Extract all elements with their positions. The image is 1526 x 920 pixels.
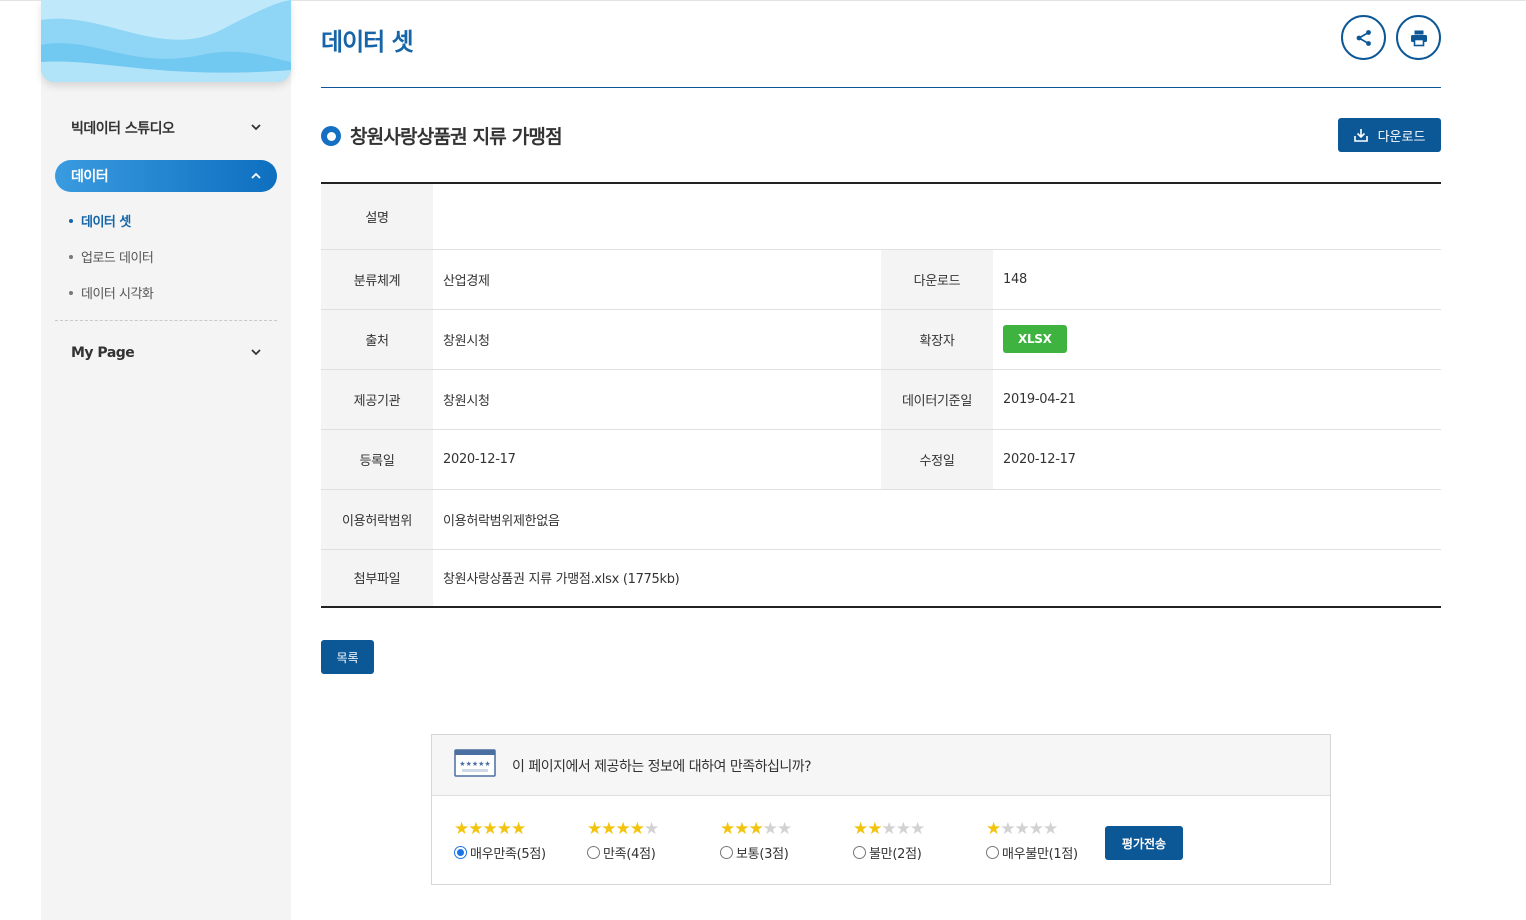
- field-label: 데이터기준일: [881, 369, 993, 430]
- field-label: 이용허락범위: [321, 489, 433, 550]
- rating-text: 보통(3점): [736, 847, 789, 862]
- submenu-label: 데이터 시각화: [81, 287, 154, 302]
- field-label: 수정일: [881, 429, 993, 490]
- field-value-category: 산업경제: [433, 249, 881, 310]
- submenu-item-upload-data[interactable]: 업로드 데이터: [69, 247, 154, 266]
- dataset-title: 창원사랑상품권 지류 가맹점: [350, 126, 563, 148]
- submit-rating-button[interactable]: 평가전송: [1105, 826, 1183, 860]
- field-label: 다운로드: [881, 249, 993, 310]
- field-label: 제공기관: [321, 369, 433, 430]
- field-label: 설명: [321, 183, 433, 250]
- survey-header: ★★★★★ 이 페이지에서 제공하는 정보에 대하여 만족하십니까?: [432, 735, 1330, 796]
- list-button[interactable]: 목록: [321, 640, 374, 674]
- rating-label[interactable]: 만족(4점): [587, 843, 658, 862]
- field-value-source: 창원시청: [433, 309, 881, 370]
- file-format-badge: XLSX: [1003, 325, 1067, 353]
- field-label: 출처: [321, 309, 433, 370]
- rating-stars: ★★★★★: [720, 819, 792, 839]
- sidebar-item-data[interactable]: 데이터: [55, 160, 277, 192]
- rating-label[interactable]: 불만(2점): [853, 843, 924, 862]
- sidebar-item-mypage[interactable]: My Page: [55, 337, 277, 369]
- field-label: 첨부파일: [321, 549, 433, 607]
- attachment-link[interactable]: 창원사랑상품권 지류 가맹점.xlsx (1775kb): [433, 549, 1441, 607]
- dataset-info-table: 설명 분류체계 산업경제 다운로드 148 출처 창원시청 확장자 XLSX 제…: [321, 182, 1441, 608]
- page-title: 데이터 셋: [321, 28, 414, 56]
- table-row: 제공기관 창원시청 데이터기준일 2019-04-21: [321, 369, 1441, 430]
- table-row: 첨부파일 창원사랑상품권 지류 가맹점.xlsx (1775kb): [321, 549, 1441, 607]
- field-label: 등록일: [321, 429, 433, 490]
- table-row: 출처 창원시청 확장자 XLSX: [321, 309, 1441, 370]
- radio-2[interactable]: [853, 846, 866, 859]
- chevron-down-icon: [251, 123, 261, 134]
- rating-stars: ★★★★★: [587, 819, 659, 839]
- field-value-license: 이용허락범위제한없음: [433, 489, 1441, 550]
- rating-text: 불만(2점): [869, 847, 922, 862]
- rating-label[interactable]: 보통(3점): [720, 843, 791, 862]
- rating-option-4[interactable]: ★★★★★ 만족(4점): [587, 819, 659, 862]
- download-label: 다운로드: [1377, 129, 1426, 145]
- print-icon: [1410, 30, 1427, 46]
- bullet-dot: [69, 254, 73, 259]
- field-label: 분류체계: [321, 249, 433, 310]
- sidebar-item-label: 데이터: [71, 169, 109, 185]
- rating-stars: ★★★★★: [986, 819, 1058, 839]
- submenu-item-data-visualization[interactable]: 데이터 시각화: [69, 283, 154, 302]
- print-button[interactable]: [1396, 15, 1441, 60]
- table-row: 등록일 2020-12-17 수정일 2020-12-17: [321, 429, 1441, 490]
- submenu-label: 데이터 셋: [81, 215, 131, 230]
- field-value-reg-date: 2020-12-17: [433, 429, 881, 490]
- wave-graphic: [41, 0, 291, 82]
- sidebar-item-bigdata-studio[interactable]: 빅데이터 스튜디오: [55, 112, 277, 144]
- survey-question: 이 페이지에서 제공하는 정보에 대하여 만족하십니까?: [512, 759, 812, 775]
- svg-text:★★★★★: ★★★★★: [459, 760, 490, 768]
- field-value-base-date: 2019-04-21: [993, 369, 1441, 430]
- table-row: 설명: [321, 183, 1441, 250]
- rating-option-1[interactable]: ★★★★★ 매우불만(1점): [986, 821, 1078, 862]
- field-value-extension: XLSX: [993, 309, 1441, 370]
- download-icon: [1353, 129, 1368, 142]
- sidebar: 빅데이터 스튜디오 데이터 데이터 셋 업로드 데이터 데이터 시각화 My P…: [41, 0, 291, 920]
- field-label: 확장자: [881, 309, 993, 370]
- field-value-provider: 창원시청: [433, 369, 881, 430]
- chevron-up-icon: [251, 171, 261, 182]
- download-button[interactable]: 다운로드: [1338, 118, 1441, 152]
- radio-3[interactable]: [720, 846, 733, 859]
- chevron-down-icon: [251, 348, 261, 359]
- radio-1[interactable]: [986, 846, 999, 859]
- field-value-description: [433, 183, 1441, 250]
- bullet-dot: [69, 218, 73, 223]
- bullet-dot: [69, 290, 73, 295]
- survey-icon: ★★★★★: [454, 749, 496, 783]
- table-row: 분류체계 산업경제 다운로드 148: [321, 249, 1441, 310]
- field-value-mod-date: 2020-12-17: [993, 429, 1441, 490]
- table-row: 이용허락범위 이용허락범위제한없음: [321, 489, 1441, 550]
- rating-label[interactable]: 매우불만(1점): [986, 843, 1078, 862]
- sidebar-banner: [41, 0, 291, 82]
- rating-stars: ★★★★★: [454, 819, 526, 839]
- title-bullet-icon: [321, 126, 341, 146]
- rating-option-5[interactable]: ★★★★★ 매우만족(5점): [454, 821, 546, 862]
- submenu-item-dataset[interactable]: 데이터 셋: [69, 211, 131, 230]
- sidebar-item-label: My Page: [71, 345, 135, 361]
- title-divider: [321, 87, 1441, 88]
- satisfaction-survey: ★★★★★ 이 페이지에서 제공하는 정보에 대하여 만족하십니까? ★★★★★…: [431, 734, 1331, 885]
- radio-5[interactable]: [454, 846, 467, 859]
- share-icon: [1356, 29, 1371, 46]
- rating-option-3[interactable]: ★★★★★ 보통(3점): [720, 819, 792, 862]
- rating-text: 매우만족(5점): [470, 847, 546, 862]
- submenu-label: 업로드 데이터: [81, 251, 154, 266]
- rating-stars: ★★★★★: [853, 819, 925, 839]
- field-value-downloads: 148: [993, 249, 1441, 310]
- rating-label[interactable]: 매우만족(5점): [454, 843, 546, 862]
- sidebar-divider: [55, 320, 277, 321]
- sidebar-item-label: 빅데이터 스튜디오: [71, 121, 175, 137]
- share-button[interactable]: [1341, 15, 1386, 60]
- radio-4[interactable]: [587, 846, 600, 859]
- rating-option-2[interactable]: ★★★★★ 불만(2점): [853, 819, 925, 862]
- rating-text: 매우불만(1점): [1002, 847, 1078, 862]
- rating-text: 만족(4점): [603, 847, 656, 862]
